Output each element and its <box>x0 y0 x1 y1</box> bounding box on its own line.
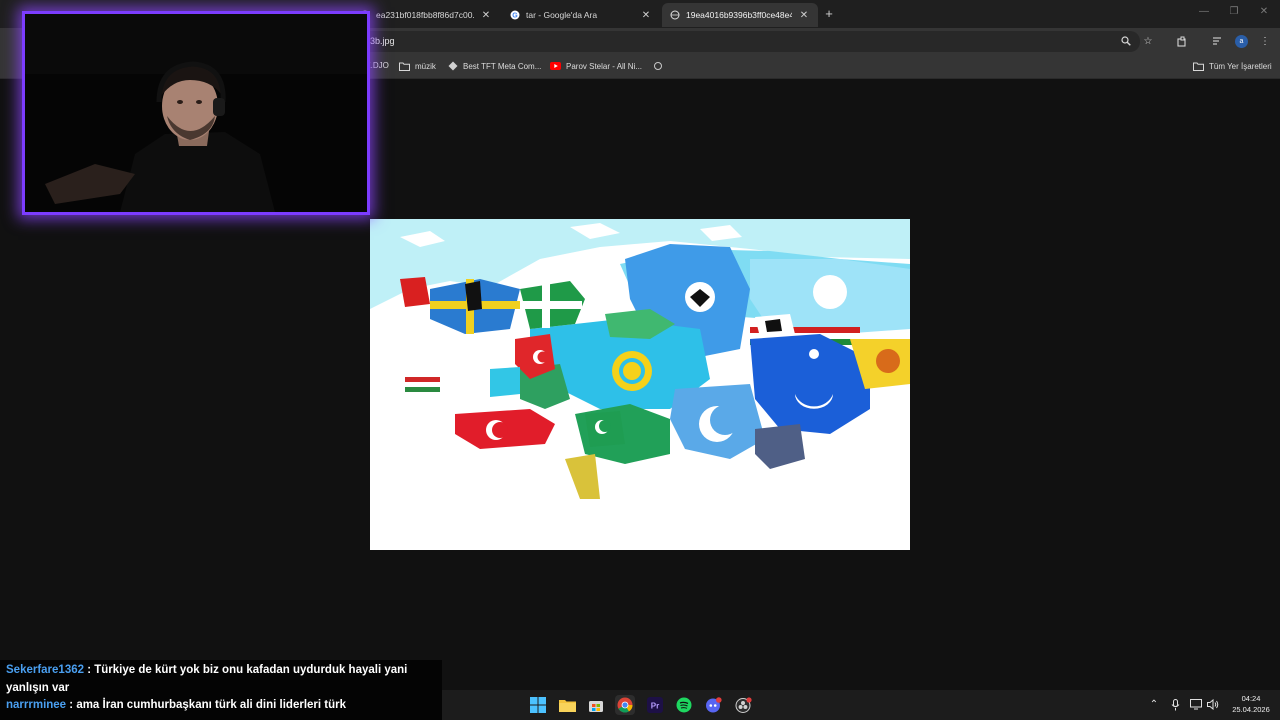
windows-start-icon[interactable] <box>528 695 548 715</box>
new-tab-button[interactable]: + <box>822 6 836 21</box>
discord-icon[interactable] <box>703 695 723 715</box>
bookmark-star-icon[interactable]: ☆ <box>1141 34 1155 48</box>
map-image[interactable] <box>370 219 910 550</box>
tab-title: ea231bf018fbb8f86d7c00.jpg <box>376 10 474 20</box>
chat-message: narrrminee : ama İran cumhurbaşkanı türk… <box>6 697 436 715</box>
bookmark-muzik[interactable]: müzik <box>399 61 436 71</box>
tab-19ea4016[interactable]: 19ea4016b9396b3ff0ce48e496 ✕ <box>662 3 818 27</box>
file-explorer-icon[interactable] <box>557 695 577 715</box>
svg-text:G: G <box>512 13 518 20</box>
store-icon[interactable] <box>586 695 606 715</box>
bookmark-label: Parov Stelar - All Ni... <box>566 61 643 71</box>
more-menu-icon[interactable]: ⋮ <box>1258 34 1272 48</box>
microphone-icon[interactable] <box>1169 699 1181 714</box>
all-bookmarks-label: Tüm Yer İşaretleri <box>1209 61 1272 71</box>
tab-ea231bf018[interactable]: ea231bf018fbb8f86d7c00.jpg ✕ <box>352 3 500 27</box>
web-icon <box>652 61 663 71</box>
chat-text: : ama İran cumhurbaşkanı türk ali dini l… <box>66 699 347 711</box>
bookmark-tft-meta[interactable]: Best TFT Meta Com... <box>447 61 541 71</box>
media-controls-icon[interactable] <box>1210 34 1224 48</box>
chat-username: Sekerfare1362 <box>6 664 85 676</box>
google-icon: G <box>510 10 520 20</box>
chrome-icon[interactable] <box>615 695 635 715</box>
eurasia-flag-map <box>370 219 910 550</box>
close-tab-icon[interactable]: ✕ <box>480 10 492 21</box>
tft-icon <box>447 61 458 71</box>
taskbar-clock[interactable]: 04:24 25.04.2026 <box>1228 693 1274 715</box>
address-bar[interactable]: 6b3b.jpg <box>340 31 1140 52</box>
globe-icon <box>670 10 680 20</box>
webcam-overlay <box>22 11 370 215</box>
clock-date: 25.04.2026 <box>1232 705 1270 714</box>
maximize-icon[interactable]: ❐ <box>1227 6 1241 17</box>
bookmark-parov-stelar[interactable]: Parov Stelar - All Ni... <box>550 61 642 71</box>
premiere-icon[interactable]: Pr <box>645 695 665 715</box>
chat-message: Sekerfare1362 : Türkiye de kürt yok biz … <box>6 662 436 697</box>
clock-time: 04:24 <box>1241 694 1261 703</box>
all-bookmarks[interactable]: Tüm Yer İşaretleri <box>1193 61 1272 71</box>
tab-title: 19ea4016b9396b3ff0ce48e496 <box>686 10 792 20</box>
stream-screen: ea231bf018fbb8f86d7c00.jpg ✕ G tar - Goo… <box>0 0 1280 720</box>
svg-text:Pr: Pr <box>651 702 659 711</box>
network-icon[interactable] <box>1190 699 1202 713</box>
profile-avatar[interactable]: a <box>1235 35 1248 48</box>
spotify-icon[interactable] <box>674 695 694 715</box>
folder-icon <box>399 61 410 71</box>
chat-username: narrrminee <box>6 699 67 711</box>
chevron-up-icon[interactable]: ⌃ <box>1148 699 1160 710</box>
stream-chat: Sekerfare1362 : Türkiye de kürt yok biz … <box>0 660 442 720</box>
close-tab-icon[interactable]: ✕ <box>798 10 810 21</box>
bookmark-icon-only[interactable] <box>652 61 668 71</box>
extensions-icon[interactable] <box>1175 34 1189 48</box>
tab-title: tar - Google'da Ara <box>526 10 598 20</box>
volume-icon[interactable] <box>1207 698 1219 713</box>
windows-taskbar: Pr ⌃ 04:24 25.04.2026 <box>442 690 1280 720</box>
folder-icon <box>1193 61 1204 71</box>
minimize-icon[interactable]: — <box>1197 6 1211 17</box>
tab-google-search[interactable]: G tar - Google'da Ara ✕ <box>502 3 660 27</box>
obs-icon[interactable] <box>733 695 753 715</box>
close-window-icon[interactable]: ✕ <box>1257 6 1271 17</box>
bookmark-label: müzik <box>415 61 436 71</box>
youtube-icon <box>550 61 561 71</box>
close-tab-icon[interactable]: ✕ <box>640 10 652 21</box>
bookmark-label: Best TFT Meta Com... <box>463 61 542 71</box>
zoom-icon[interactable] <box>1119 34 1133 48</box>
streamer-camera-feed <box>25 14 367 212</box>
